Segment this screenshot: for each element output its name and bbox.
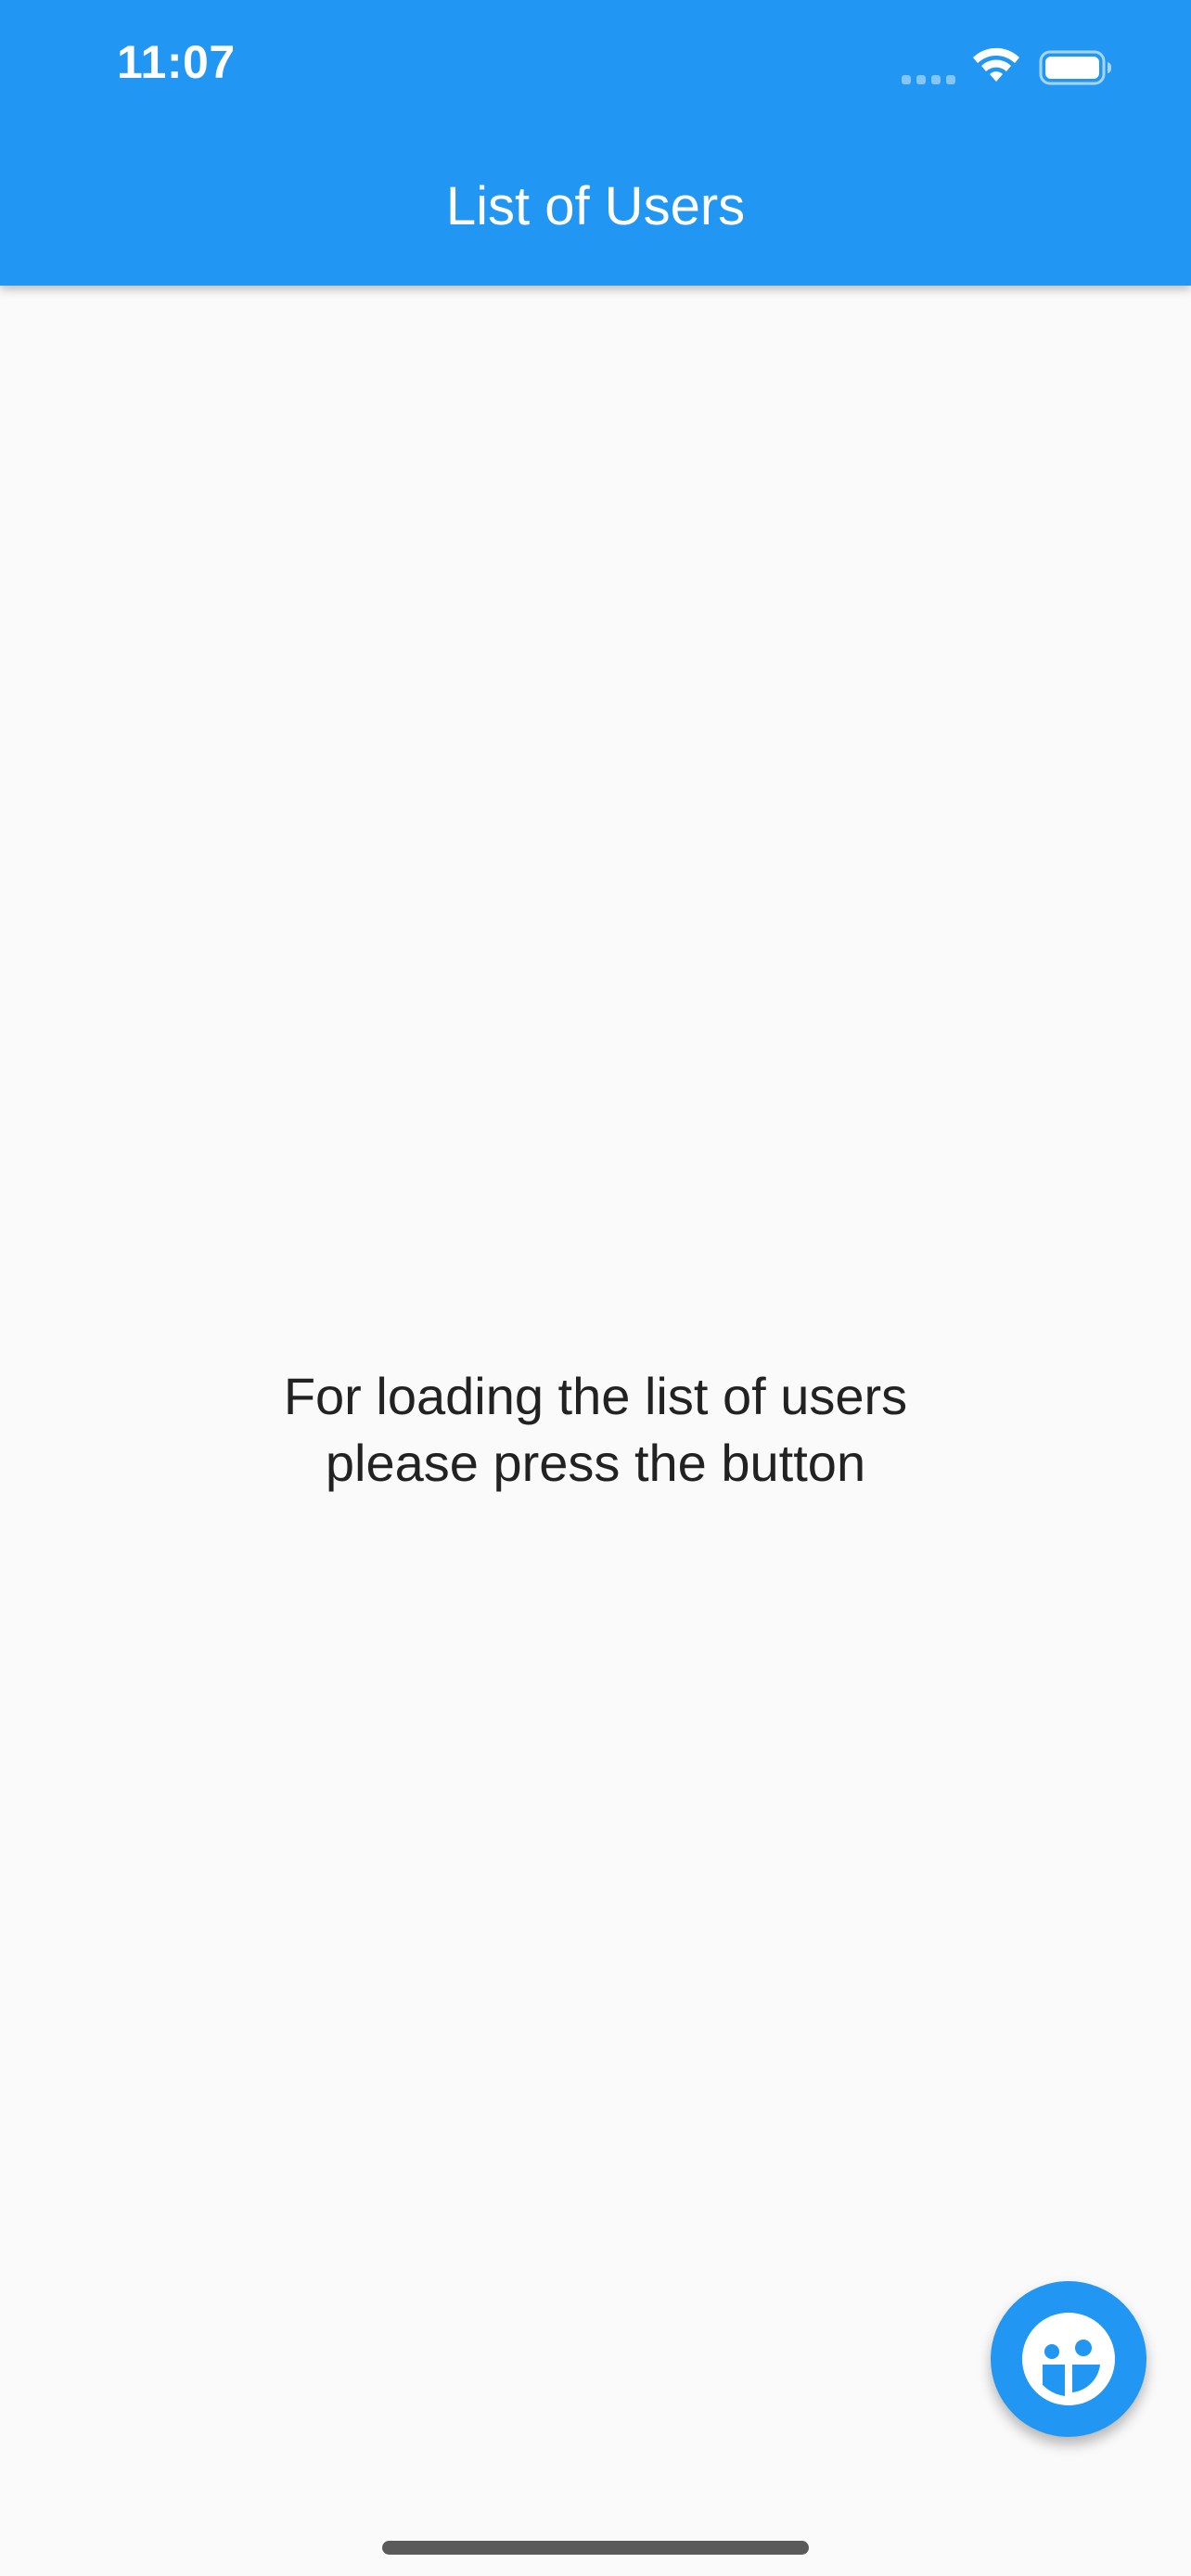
screen: 11:07 List of Users For loading the list… (0, 0, 1191, 2576)
empty-state-message: For loading the list of users please pre… (0, 1363, 1191, 1497)
battery-icon (1039, 50, 1112, 85)
face-icon (1022, 2313, 1115, 2405)
page-title: List of Users (445, 176, 746, 236)
app-bar: 11:07 List of Users (0, 0, 1191, 286)
empty-state-text: For loading the list of users please pre… (283, 1367, 908, 1492)
status-time: 11:07 (117, 36, 236, 88)
load-users-button[interactable] (991, 2281, 1146, 2437)
wifi-icon (973, 47, 1019, 82)
cellular-signal-icon (902, 75, 957, 84)
home-indicator[interactable] (382, 2541, 809, 2555)
